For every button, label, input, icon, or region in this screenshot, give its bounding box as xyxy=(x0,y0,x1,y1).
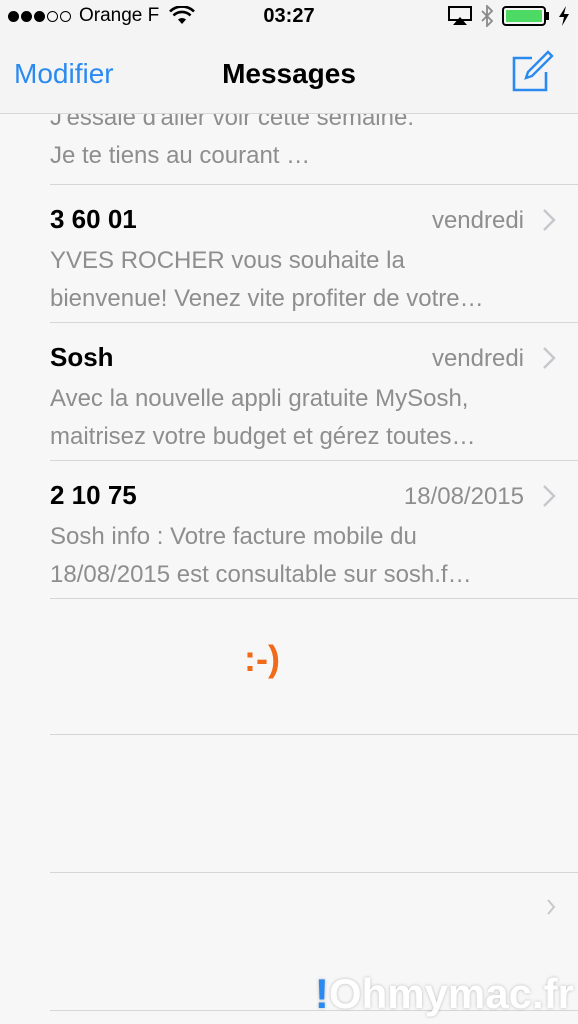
chevron-right-icon xyxy=(543,485,556,507)
navigation-bar: Modifier Messages xyxy=(0,34,578,114)
message-date: vendredi xyxy=(431,207,524,234)
row-divider xyxy=(50,598,578,599)
chevron-right-icon xyxy=(543,209,556,231)
message-preview-line: J'essaie d'aller voir cette semaine. xyxy=(50,114,414,131)
charging-icon xyxy=(559,6,569,26)
bluetooth-icon xyxy=(481,5,494,27)
message-date: vendredi xyxy=(431,345,524,372)
sender-name: 3 60 01 xyxy=(50,204,137,234)
page-title: Messages xyxy=(222,58,356,89)
status-bar: Orange F 03:27 xyxy=(0,0,578,34)
smiley-overlay: :-) xyxy=(244,638,280,679)
message-preview-line: bienvenue! Venez vite profiter de votre… xyxy=(50,285,484,312)
watermark-logo: !Ohmymac.fr xyxy=(315,970,574,1018)
conversation-row[interactable]: Sosh vendredi Avec la nouvelle appli gra… xyxy=(0,322,578,460)
status-right xyxy=(448,5,570,27)
message-preview-line: Avec la nouvelle appli gratuite MySosh, xyxy=(50,385,469,412)
message-preview: YVES ROCHER vous souhaite la bienvenue! … xyxy=(50,242,562,318)
airplay-icon xyxy=(448,6,472,25)
chevron-right-icon xyxy=(543,347,556,369)
row-divider xyxy=(50,872,578,873)
chevron-right-icon xyxy=(547,899,556,915)
message-list: J'essaie d'aller voir cette semaine. Je … xyxy=(0,114,578,184)
watermark-text: Ohmymac.fr xyxy=(328,970,574,1017)
compose-icon[interactable] xyxy=(510,50,554,94)
message-preview-line: maitrisez votre budget et gérez toutes… xyxy=(50,423,476,450)
list-item[interactable]: J'essaie d'aller voir cette semaine. Je … xyxy=(0,114,578,184)
conversation-row[interactable]: 3 60 01 vendredi YVES ROCHER vous souhai… xyxy=(0,184,578,322)
message-preview-line: Sosh info : Votre facture mobile du xyxy=(50,523,417,550)
sender-name: Sosh xyxy=(50,342,114,372)
message-preview-line: Je te tiens au courant … xyxy=(50,142,311,169)
message-preview: Avec la nouvelle appli gratuite MySosh, … xyxy=(50,380,562,456)
sender-name: 2 10 75 xyxy=(50,480,137,510)
row-divider xyxy=(50,734,578,735)
watermark-bang: ! xyxy=(314,970,329,1017)
conversation-row[interactable]: 2 10 75 18/08/2015 Sosh info : Votre fac… xyxy=(0,460,578,598)
battery-icon xyxy=(502,6,549,26)
message-preview-line: 18/08/2015 est consultable sur sosh.f… xyxy=(50,561,472,588)
message-preview-line: YVES ROCHER vous souhaite la xyxy=(50,247,405,274)
message-date: 18/08/2015 xyxy=(403,483,524,510)
message-preview: Sosh info : Votre facture mobile du 18/0… xyxy=(50,518,562,594)
